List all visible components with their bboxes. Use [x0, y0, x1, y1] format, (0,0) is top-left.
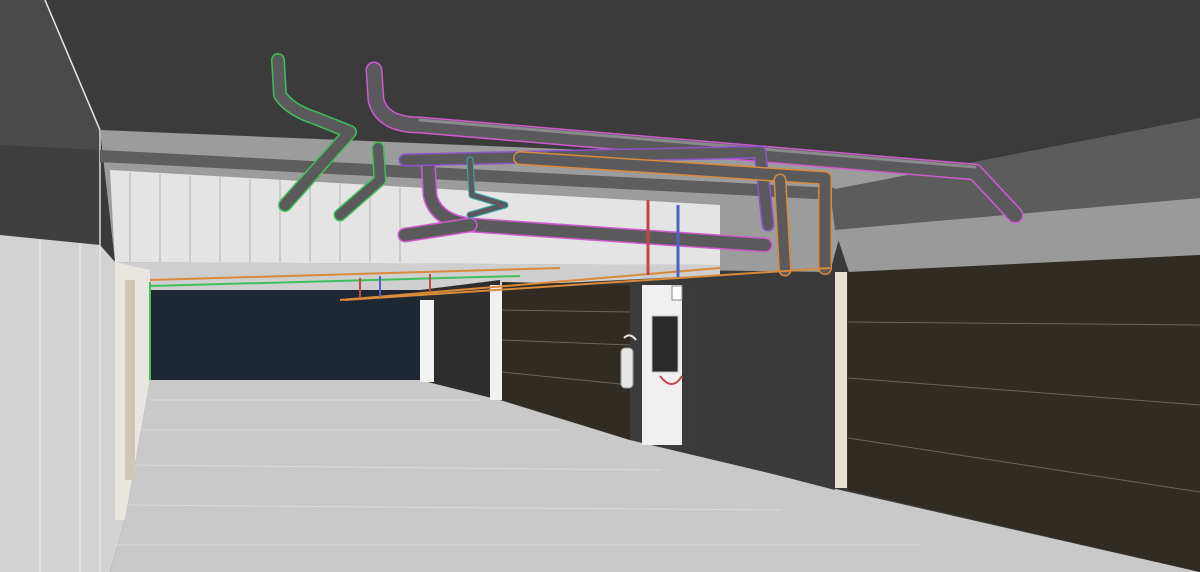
viewport-3d[interactable]: [0, 0, 1200, 572]
exit-sign: [671, 285, 683, 301]
right-wall-dark: [700, 275, 835, 490]
parking-garage-render[interactable]: [0, 0, 1200, 572]
door-frame-right: [490, 285, 502, 400]
left-door-strip: [125, 280, 135, 480]
far-opening: [150, 290, 420, 380]
left-wall-lower: [0, 235, 125, 572]
big-door-frame: [835, 272, 847, 488]
door-frame-left: [420, 300, 434, 382]
electrical-panel: [651, 315, 679, 373]
